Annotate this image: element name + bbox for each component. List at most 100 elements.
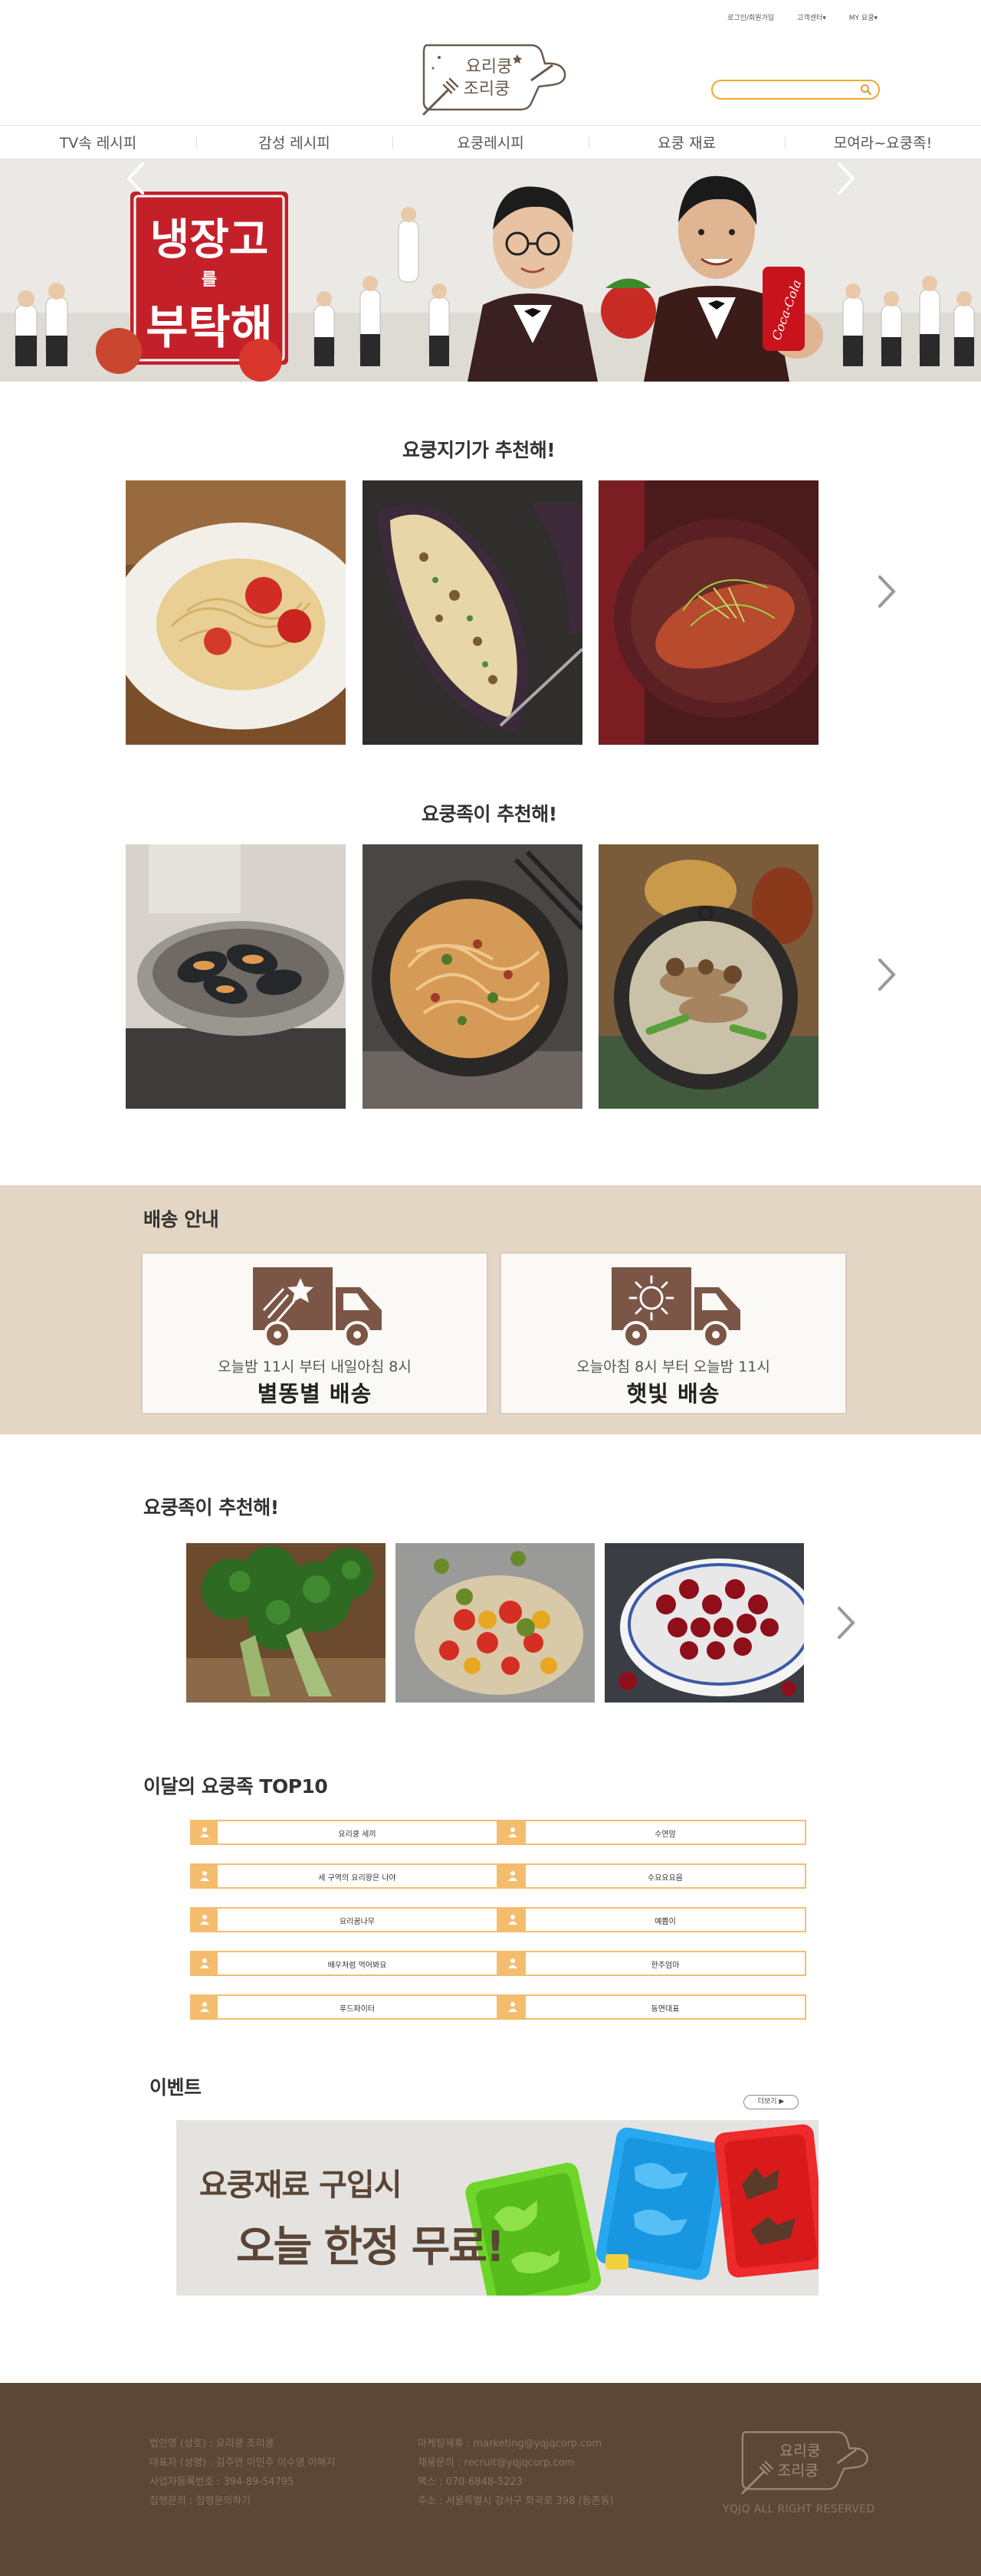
event-line2: 오늘 한정 무료! <box>236 2222 505 2271</box>
nav-yokung-recipe[interactable]: 요쿵레시피 <box>392 126 589 159</box>
mussels-image <box>126 844 346 1109</box>
login-link[interactable]: 로그인/회원가입 <box>727 12 774 22</box>
top10-item[interactable]: 요리쿵 세끼 <box>190 1820 498 1845</box>
top10-name: 동연대표 <box>651 2005 680 2014</box>
nav-community[interactable]: 모여라~요쿵족! <box>785 126 981 159</box>
noodles-image <box>363 844 582 1109</box>
site-logo[interactable]: 요리쿵 조리쿵 <box>416 42 568 117</box>
footer-marketing-email[interactable]: 마케팅제휴 : marketing@yqjqcorp.com <box>418 2434 614 2453</box>
section1-title: 요쿵지기가 추천해! <box>402 439 556 461</box>
section3-title: 요쿵족이 추천해! <box>143 1496 279 1519</box>
footer-company-info: 법인명 (상호) : 요리쿵 조리쿵 대표자 (성명) : 김주연 이민주 이수… <box>149 2434 336 2511</box>
delivery-card-night[interactable]: 오늘밤 11시 부터 내일아침 8시 별똥별 배송 <box>141 1252 488 1414</box>
footer: 법인명 (상호) : 요리쿵 조리쿵 대표자 (성명) : 김주연 이민주 이수… <box>0 2383 981 2576</box>
broccoli-image <box>186 1543 386 1703</box>
event-line1: 요쿵재료 구입시 <box>199 2168 402 2203</box>
tomatoes-image <box>395 1543 595 1703</box>
truck-sun-icon <box>612 1267 740 1349</box>
ingredient-card-broccoli[interactable] <box>186 1543 386 1703</box>
top10-item[interactable]: 예쁨이 <box>498 1907 806 1932</box>
footer-inquiry-link[interactable]: 집행문의 : 집행문의하기 <box>149 2492 336 2511</box>
nav-emotional-recipe[interactable]: 감성 레시피 <box>196 126 392 159</box>
top10-item[interactable]: 세 구역의 요리왕은 나야 <box>190 1863 498 1889</box>
cherries-image <box>605 1543 804 1703</box>
footer-address: 주소 : 서울특별시 강서구 화곡로 398 (등촌동) <box>418 2496 614 2507</box>
hero-prev-arrow[interactable] <box>121 159 152 198</box>
section3-next-arrow[interactable] <box>833 1604 859 1642</box>
delivery-day-main: 햇빛 배송 <box>626 1381 720 1407</box>
ingredient-card-tomatoes[interactable] <box>395 1543 595 1703</box>
hero-title-top: 냉장고 <box>150 215 269 265</box>
user-icon <box>500 1865 526 1887</box>
page: 로그인/회원가입 고객센터▾ MY 요쿵▾ 요리쿵 조리쿵 TV속 레시피 감성… <box>0 0 981 2576</box>
footer-ceo: 대표자 (성명) : 김주연 이민주 이수영 이해지 <box>149 2457 336 2469</box>
footer-business-number: 사업자등록번호 : 394-89-54795 <box>149 2476 294 2488</box>
recipe-card-noodles[interactable] <box>363 844 582 1109</box>
top10-name: 세 구역의 요리왕은 나야 <box>318 1874 396 1883</box>
delivery-night-main: 별똥별 배송 <box>257 1381 372 1407</box>
hero-next-arrow[interactable] <box>830 159 861 198</box>
top10-name: 수요요요음 <box>648 1874 683 1883</box>
section2-next-arrow[interactable] <box>874 955 900 994</box>
nav-tv-recipe[interactable]: TV속 레시피 <box>0 126 196 159</box>
recipe-card-hotpot[interactable] <box>599 844 819 1109</box>
search-input[interactable] <box>720 84 851 96</box>
my-page-link[interactable]: MY 요쿵▾ <box>849 12 878 22</box>
event-more-button[interactable]: 더보기 ▶ <box>743 2095 799 2109</box>
recipe-card-mussels[interactable] <box>126 844 346 1109</box>
top10-item[interactable]: 한주엄마 <box>498 1951 806 1976</box>
delivery-card-day[interactable]: 오늘아침 8시 부터 오늘밤 11시 햇빛 배송 <box>500 1252 847 1414</box>
delivery-section: 배송 안내 오늘밤 11시 부터 내일아침 8시 별똥별 배송 오늘아침 8시 … <box>0 1185 981 1434</box>
user-icon <box>500 1996 526 2018</box>
top10-name: 한주엄마 <box>651 1961 680 1970</box>
top10-item[interactable]: 수요요요음 <box>498 1863 806 1889</box>
user-icon <box>500 1952 526 1975</box>
event-banner[interactable]: 요쿵재료 구입시 오늘 한정 무료! <box>176 2120 819 2296</box>
section1-next-arrow[interactable] <box>874 572 900 611</box>
top10-item[interactable]: 요리꿈나무 <box>190 1907 498 1932</box>
user-icon <box>192 1865 218 1887</box>
footer-logo-text-2: 조리쿵 <box>777 2462 819 2479</box>
top10-name: 요리쿵 세끼 <box>338 1830 376 1839</box>
search-box <box>711 80 880 100</box>
footer-fax: 팩스 : 070-6848-5223 <box>418 2476 523 2488</box>
user-icon <box>192 1909 218 1931</box>
user-icon <box>192 1821 218 1844</box>
footer-logo[interactable]: 요리쿵 조리쿵 <box>736 2429 870 2496</box>
eggplant-image <box>363 480 582 745</box>
delivery-title: 배송 안내 <box>143 1208 219 1231</box>
footer-copyright: YQJQ ALL RIGHT RESERVED <box>723 2503 875 2515</box>
footer-logo-text-1: 요리쿵 <box>779 2442 821 2460</box>
recipe-card-pasta[interactable] <box>126 480 346 745</box>
top10-item[interactable]: 동연대표 <box>498 1994 806 2020</box>
truck-star-icon <box>253 1267 382 1349</box>
user-icon <box>192 1996 218 2018</box>
footer-recruit-email[interactable]: 채용문의 : recruit@yqjqcorp.com <box>418 2453 614 2473</box>
fish-image <box>599 480 819 745</box>
hero-banner[interactable]: 냉장고 를 부탁해 Coca-Cola <box>0 159 981 382</box>
nav-yokung-ingredients[interactable]: 요쿵 재료 <box>589 126 785 159</box>
delivery-day-sub: 오늘아침 8시 부터 오늘밤 11시 <box>576 1358 770 1375</box>
customer-center-link[interactable]: 고객센터▾ <box>797 12 826 22</box>
logo-text-1: 요리쿵 <box>466 57 513 77</box>
pasta-image <box>126 480 346 745</box>
top10-name: 푸드파이터 <box>340 2005 375 2014</box>
user-icon <box>192 1952 218 1975</box>
top10-name: 예쁨이 <box>655 1918 676 1926</box>
ingredient-card-cherries[interactable] <box>605 1543 804 1703</box>
top10-name: 요리꿈나무 <box>340 1918 375 1926</box>
user-icon <box>500 1909 526 1931</box>
event-title: 이벤트 <box>149 2076 202 2099</box>
delivery-night-sub: 오늘밤 11시 부터 내일아침 8시 <box>218 1358 412 1375</box>
top10-item[interactable]: 수연맘 <box>498 1820 806 1845</box>
recipe-card-eggplant[interactable] <box>363 480 582 745</box>
top10-name: 수연맘 <box>655 1830 676 1839</box>
header: 로그인/회원가입 고객센터▾ MY 요쿵▾ 요리쿵 조리쿵 <box>0 0 981 125</box>
top10-item[interactable]: 푸드파이터 <box>190 1994 498 2020</box>
recipe-card-fish[interactable] <box>599 480 819 745</box>
top10-name: 배우처럼 먹어봐요 <box>327 1961 387 1970</box>
search-icon[interactable] <box>860 84 872 96</box>
top-links: 로그인/회원가입 고객센터▾ MY 요쿵▾ <box>727 12 878 22</box>
hotpot-image <box>599 844 819 1109</box>
top10-item[interactable]: 배우처럼 먹어봐요 <box>190 1951 498 1976</box>
